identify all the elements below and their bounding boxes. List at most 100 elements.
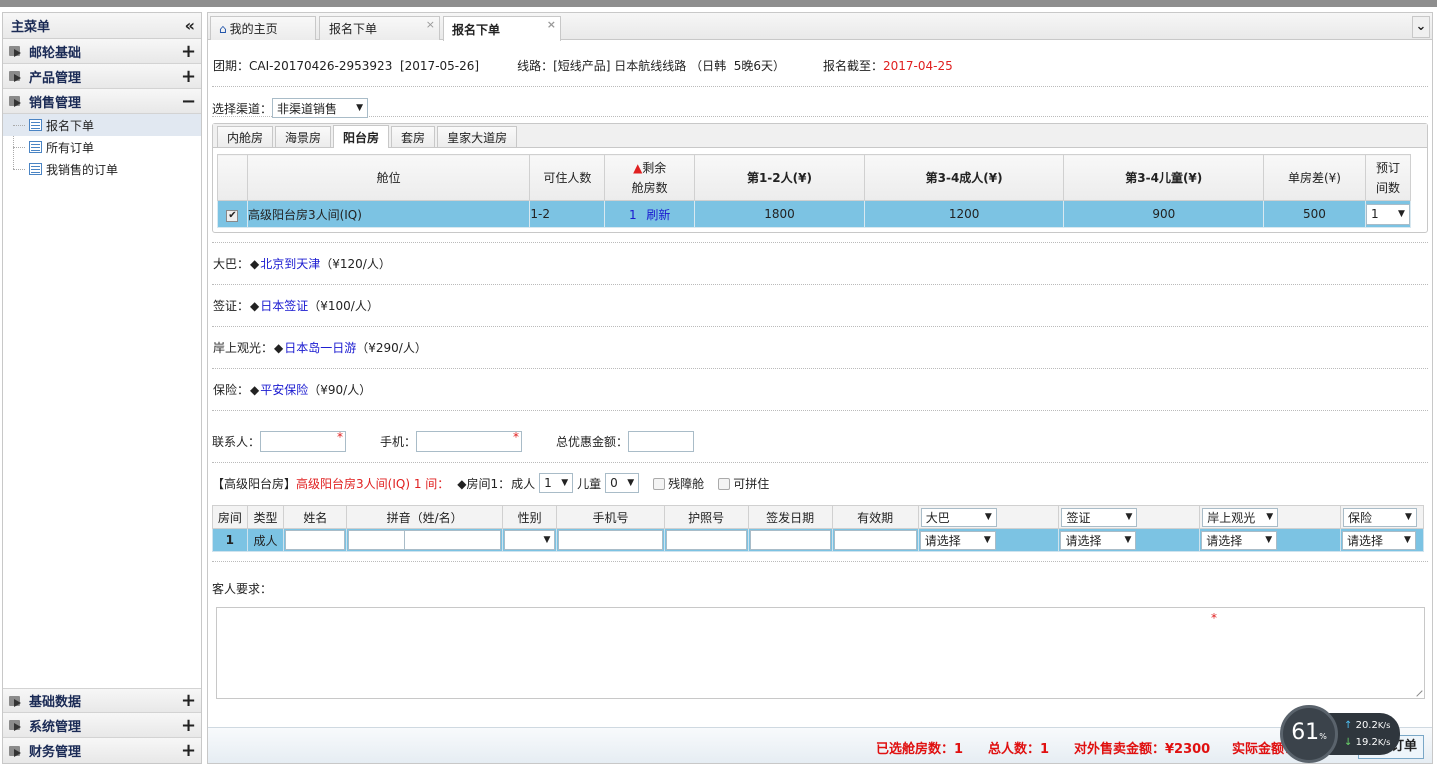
remarks-textarea[interactable]: * [216,607,1425,699]
bus-header-select[interactable]: 大巴 ▼ [920,507,997,527]
channel-select[interactable]: 非渠道销售 ▼ [272,98,369,118]
shore-excursion-select[interactable]: 请选择 ▼ [1201,530,1278,550]
option-label: 保险： [213,383,250,397]
option-label: 签证： [213,299,250,313]
sidebar-group-sales-management[interactable]: 销售管理 − [3,89,201,114]
option-insurance: 保险： ◆ 平安保险 （¥90/人） [212,369,1428,411]
guest-pinyin-cell [346,528,503,552]
phone-input[interactable]: * [416,430,523,452]
option-item-link[interactable]: 日本签证 [260,297,308,314]
option-item-link[interactable]: 平安保险 [260,381,308,398]
expiry-input[interactable] [833,530,917,550]
child-count-select[interactable]: 0 ▼ [605,473,640,493]
discount-input[interactable] [628,431,695,452]
main-panel: ⌂ 我的主页 报名下单 × 报名下单 × ⌄ 团期： CAI-20170426-… [207,12,1433,764]
guest-mobile-cell [556,528,665,552]
refresh-link[interactable]: 刷新 [646,208,670,222]
expand-icon[interactable]: + [181,740,196,761]
sidebar-title: 主菜单 [11,20,51,35]
share-room-checkbox[interactable] [718,478,731,490]
sidebar-group-cruise-basics[interactable]: 邮轮基础 + [3,39,201,64]
gender-select[interactable]: ▼ [503,530,556,550]
col-shore-excursion: 岸上观光 ▼ [1199,505,1341,529]
expand-icon[interactable]: + [181,66,196,87]
external-sale-amount: 对外售卖金额：¥2300 [1074,742,1211,757]
sidebar-item-create-order[interactable]: 报名下单 [3,114,201,136]
sort-up-icon[interactable]: ▲ [633,161,642,175]
adult-count-select[interactable]: 1 ▼ [539,473,574,493]
adult-label: 成人 [511,476,536,491]
expand-icon[interactable]: + [181,690,196,711]
tab-label: 我的主页 [229,22,278,36]
collapse-sidebar-icon[interactable]: « [185,16,195,35]
tab-home[interactable]: ⌂ 我的主页 [210,16,316,40]
col-select [217,154,248,201]
passport-input[interactable] [665,530,747,550]
room-category: 【高级阳台房】 [212,476,297,491]
resize-handle-icon[interactable] [1411,685,1423,697]
route-label: 线路： [517,59,554,73]
disabled-cabin-option[interactable]: 残障舱 [653,475,704,492]
room-tab-oceanview[interactable]: 海景房 [275,126,332,147]
room-tab-balcony[interactable]: 阳台房 [333,125,390,148]
expand-icon[interactable]: + [181,41,196,62]
option-price: （¥120/人） [320,257,391,271]
sidebar-group-product-management[interactable]: 产品管理 + [3,64,201,89]
option-item-link[interactable]: 日本岛一日游 [284,339,356,356]
sidebar-group-system-management[interactable]: 系统管理 + [3,713,201,738]
insurance-select[interactable]: 请选择 ▼ [1341,530,1416,550]
col-capacity: 可住人数 [529,154,606,201]
col-price-3-4-child: 第3-4儿童(¥) [1063,154,1265,201]
close-tab-icon[interactable]: × [426,18,435,31]
disabled-cabin-checkbox[interactable] [653,478,666,490]
issue-date-input[interactable] [749,530,831,550]
insurance-header-select[interactable]: 保险 ▼ [1342,507,1417,527]
bus-select[interactable]: 请选择 ▼ [919,530,996,550]
upload-arrow-icon: ↑ [1344,720,1353,731]
route-value: [短线产品] 日本航线线路 （日韩 5晚6天） [553,59,785,73]
tab-create-order-2[interactable]: 报名下单 × [443,16,561,41]
expand-icon[interactable]: + [181,715,196,736]
sidebar-item-my-sales-orders[interactable]: 我销售的订单 [13,158,201,180]
visa-header-select[interactable]: 签证 ▼ [1061,507,1138,527]
pinyin-last-input[interactable] [348,530,405,550]
cabin-checkbox[interactable]: ✔ [226,209,239,222]
guest-name-input[interactable] [285,530,346,550]
option-price: （¥290/人） [356,341,427,355]
contact-name-input[interactable]: * [260,430,347,452]
rooms-select[interactable]: 1 ▼ [1365,203,1410,225]
option-item-link[interactable]: 北京到天津 [260,255,320,272]
cabin-row[interactable]: ✔ 高级阳台房3人间(IQ) 1-2 1 刷新 1800 1200 900 50… [217,200,1412,228]
sidebar-group-base-data[interactable]: 基础数据 + [3,688,201,713]
room-tab-suite[interactable]: 套房 [391,126,436,147]
tab-list-dropdown-icon[interactable]: ⌄ [1412,16,1430,38]
room-tab-inside[interactable]: 内舱房 [217,126,274,147]
phone-label: 手机： [380,435,417,449]
guest-mobile-input[interactable] [558,530,663,550]
selected-rooms-count: 已选舱房数：1 [876,742,964,757]
network-monitor-widget[interactable]: ↑ 20.2K/s ↓ 19.2K/s 61% [1280,705,1400,763]
sidebar-group-label: 系统管理 [29,719,82,735]
sidebar-item-label: 报名下单 [46,118,95,133]
memory-usage-gauge: 61% [1280,705,1338,763]
deadline-value: 2017-04-25 [883,58,953,73]
sidebar-group-finance-management[interactable]: 财务管理 + [3,738,201,763]
dropdown-arrow-icon: ▼ [1266,512,1274,522]
collapse-icon[interactable]: − [181,91,196,112]
document-icon [29,141,42,153]
sidebar-item-all-orders[interactable]: 所有订单 [13,136,201,158]
tab-create-order-1[interactable]: 报名下单 × [319,16,440,40]
diamond-icon: ◆ [250,256,260,271]
pinyin-first-input[interactable] [404,530,501,550]
col-visa: 签证 ▼ [1058,505,1201,529]
shore-excursion-header-select[interactable]: 岸上观光 ▼ [1202,507,1279,527]
folder-icon [9,70,23,82]
visa-select[interactable]: 请选择 ▼ [1060,530,1137,550]
col-passport: 护照号 [663,505,749,529]
close-tab-icon[interactable]: × [547,18,556,31]
share-room-option[interactable]: 可拼住 [718,475,769,492]
option-bus: 大巴： ◆ 北京到天津 （¥120/人） [212,243,1428,285]
sidebar-group-label: 销售管理 [29,95,82,111]
required-mark: * [1211,611,1217,625]
room-tab-royal-promenade[interactable]: 皇家大道房 [437,126,518,147]
